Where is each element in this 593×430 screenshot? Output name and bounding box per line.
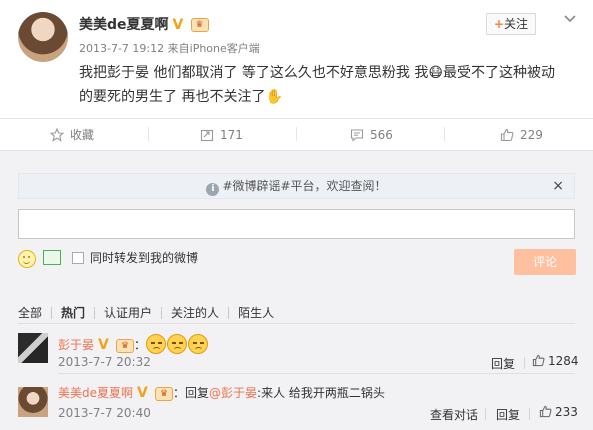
comment-text: :来人 给我开两瓶二锅头 [257,386,385,400]
sad-emoji-icon [188,334,209,354]
repost-button[interactable]: 171 [200,126,243,144]
comment-filter-tabs: 全部 热门 认证用户 关注的人 陌生人 [18,305,274,321]
reply-prefix: ：回复 [173,386,210,400]
comment-line: 美美de夏夏啊 V ♛ ：回复@彭于晏:来人 给我开两瓶二锅头 [58,384,385,402]
info-icon: i [206,183,220,196]
like-count: 229 [520,128,543,142]
follow-button[interactable]: +关注 [486,13,536,35]
verified-icon: V [98,337,109,353]
sad-emoji-icon [167,334,188,354]
sad-emoji-icon [146,334,167,354]
weibo-post: 美美de夏夏啊 V ♛ 2013-7-7 19:12 来自iPhone客户端 我把彭… [0,0,593,118]
commenter-avatar[interactable] [18,333,48,363]
comment-button[interactable]: 566 [350,126,393,144]
divider [228,307,230,319]
thumbs-up-icon [539,405,552,418]
action-bar: 收藏 171 566 229 [0,118,593,150]
favorite-label: 收藏 [70,128,95,142]
repost-option-label[interactable]: 同时转发到我的微博 [90,250,198,266]
repost-count: 171 [220,128,243,142]
mention-link[interactable]: @彭于晏 [209,386,257,400]
comment-like-button[interactable]: 1284 [532,354,579,368]
divider [524,357,525,369]
thumbs-up-icon [500,128,514,142]
image-icon[interactable] [43,250,61,265]
comment-count: 566 [370,128,393,142]
view-conversation-button[interactable]: 查看对话 [430,406,478,423]
commenter-name[interactable]: 彭于晏 [58,338,94,352]
divider [148,127,149,141]
comment-line: 彭于晏 V ♛： [58,334,209,354]
reply-button[interactable]: 回复 [496,406,520,423]
thumbs-up-icon [532,354,545,367]
verified-icon: V [172,16,184,33]
divider [529,408,530,420]
comment-input[interactable] [18,209,575,239]
author-name-row: 美美de夏夏啊 V ♛ [79,14,209,34]
commenter-name[interactable]: 美美de夏夏啊 [58,386,133,400]
comment-like-count: 233 [555,405,578,419]
author-avatar[interactable] [18,12,68,62]
author-name[interactable]: 美美de夏夏啊 [79,17,169,33]
rumor-notice-link[interactable]: #微博辟谣#平台，欢迎查阅！ [222,179,386,193]
vip-level-icon: ♛ [116,338,135,353]
divider [51,307,53,319]
chevron-down-icon[interactable] [563,12,577,26]
tab-strangers[interactable]: 陌生人 [238,305,274,321]
divider [58,373,575,374]
comment-time: 2013-7-7 20:32 [58,355,151,369]
commenter-avatar[interactable] [18,387,48,417]
reply-button[interactable]: 回复 [491,355,515,372]
divider [94,307,96,319]
submit-comment-button[interactable]: 评论 [514,249,576,275]
rumor-notice-banner: i #微博辟谣#平台，欢迎查阅！ × [18,173,575,199]
post-meta: 2013-7-7 19:12 来自iPhone客户端 [79,40,260,56]
vip-level-icon: ♛ [155,386,174,401]
divider [485,408,486,420]
comment-like-button[interactable]: 233 [539,405,578,419]
tab-all[interactable]: 全部 [18,305,42,321]
source-prefix: 来自 [167,42,190,55]
repost-checkbox[interactable] [72,252,84,264]
divider [18,323,575,324]
divider [161,307,163,319]
post-time[interactable]: 2013-7-7 19:12 [79,42,164,55]
comment-like-count: 1284 [548,354,579,368]
emoji-icon[interactable] [18,250,36,268]
follow-label: 关注 [504,17,529,31]
favorite-button[interactable]: 收藏 [49,126,95,144]
tab-verified-users[interactable]: 认证用户 [104,305,152,321]
tab-following[interactable]: 关注的人 [171,305,219,321]
like-button[interactable]: 229 [500,126,543,144]
post-text: 我把彭于晏 他们都取消了 等了这么久也不好意思粉我 我😷最受不了这种被动的要死的… [79,65,555,105]
vip-level-icon: ♛ [190,18,209,32]
comment-panel: i #微博辟谣#平台，欢迎查阅！ × 同时转发到我的微博 评论 全部 热门 认证用… [0,150,593,430]
comment-time: 2013-7-7 20:40 [58,406,151,420]
repost-icon [200,129,214,142]
tab-hot[interactable]: 热门 [61,305,85,321]
divider [296,127,297,141]
close-icon[interactable]: × [552,174,564,198]
post-source[interactable]: iPhone客户端 [190,42,260,55]
verified-icon: V [137,385,148,401]
plus-icon: + [493,17,505,31]
comment-icon [350,129,364,142]
comment-text: ： [134,338,147,352]
divider [444,127,445,141]
star-icon [49,127,65,142]
